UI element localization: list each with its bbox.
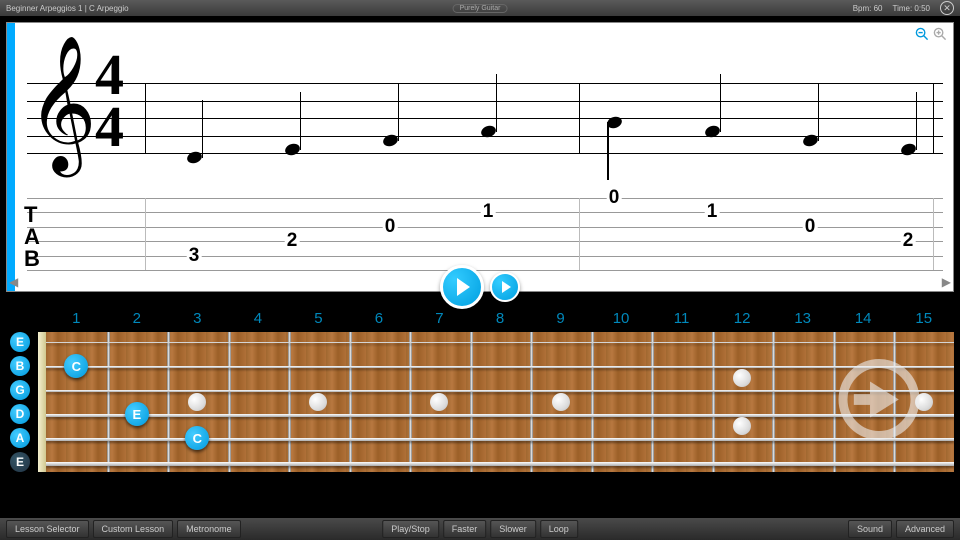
- lesson-selector-button[interactable]: Lesson Selector: [6, 520, 89, 538]
- fret-number: 15: [915, 310, 932, 327]
- tab-fret-number: 1: [481, 201, 496, 223]
- custom-lesson-button[interactable]: Custom Lesson: [93, 520, 174, 538]
- fret-number: 1: [72, 310, 80, 327]
- note: [285, 144, 300, 155]
- fret-numbers: 123456789101112131415: [6, 310, 954, 330]
- fret-number: 6: [375, 310, 383, 327]
- fret-number: 14: [855, 310, 872, 327]
- fret-number: 11: [674, 310, 690, 327]
- tab-fret-number: 1: [705, 201, 720, 223]
- tab-fret-number: 3: [187, 245, 202, 267]
- close-button[interactable]: ✕: [940, 1, 954, 15]
- finger-dot: C: [64, 354, 88, 378]
- open-string-label: E: [10, 332, 30, 352]
- open-string-label: E: [10, 452, 30, 472]
- sound-button[interactable]: Sound: [848, 520, 892, 538]
- scroll-left-icon[interactable]: ◀: [9, 275, 18, 289]
- scroll-right-icon[interactable]: ▶: [942, 275, 951, 289]
- zoom-in-button[interactable]: [933, 27, 947, 46]
- tab-fret-number: 2: [285, 230, 300, 252]
- playhead-bar: [7, 23, 15, 291]
- top-bar: Beginner Arpeggios 1 | C Arpeggio Purely…: [0, 0, 960, 16]
- fret-number: 3: [193, 310, 201, 327]
- fret-number: 4: [254, 310, 262, 327]
- fret-number: 9: [556, 310, 564, 327]
- zoom-out-button[interactable]: [915, 27, 929, 46]
- note: [803, 135, 818, 146]
- fret-number: 8: [496, 310, 504, 327]
- fret-number: 13: [794, 310, 811, 327]
- fret-number: 5: [314, 310, 322, 327]
- loop-button[interactable]: Loop: [540, 520, 578, 538]
- fretboard: EBGDAE CEC: [6, 332, 954, 472]
- slower-button[interactable]: Slower: [490, 520, 536, 538]
- open-string-label: G: [10, 380, 30, 400]
- advanced-button[interactable]: Advanced: [896, 520, 954, 538]
- tab-fret-number: 0: [607, 187, 622, 209]
- next-arrow-icon[interactable]: [834, 355, 924, 450]
- play-stop-button[interactable]: Play/Stop: [382, 520, 439, 538]
- tab-clef-letter: B: [24, 246, 40, 272]
- tablature: TAB32010102: [27, 198, 943, 270]
- metronome-button[interactable]: Metronome: [177, 520, 241, 538]
- bottom-bar: Lesson SelectorCustom LessonMetronome Pl…: [0, 518, 960, 540]
- note: [901, 144, 916, 155]
- bpm-label: Bpm: 60: [853, 4, 883, 13]
- note: [705, 126, 720, 137]
- tab-fret-number: 0: [803, 216, 818, 238]
- score-panel: 𝄞 4 4 TAB32010102 ◀ ▶: [6, 22, 954, 292]
- tab-fret-number: 0: [383, 216, 398, 238]
- fret-number: 12: [734, 310, 751, 327]
- open-string-label: A: [10, 428, 30, 448]
- note: [383, 135, 398, 146]
- play-small-button[interactable]: [490, 272, 520, 302]
- open-string-label: B: [10, 356, 30, 376]
- play-button[interactable]: [440, 265, 484, 309]
- nut: [38, 332, 46, 472]
- note: [187, 152, 202, 163]
- open-string-label: D: [10, 404, 30, 424]
- finger-dot: C: [185, 426, 209, 450]
- time-label: Time: 0:50: [893, 4, 931, 13]
- note: [607, 117, 622, 128]
- fret-number: 2: [133, 310, 141, 327]
- fret-number: 7: [435, 310, 443, 327]
- fret-number: 10: [613, 310, 630, 327]
- faster-button[interactable]: Faster: [443, 520, 487, 538]
- tab-fret-number: 2: [901, 230, 916, 252]
- note: [481, 126, 496, 137]
- finger-dot: E: [125, 402, 149, 426]
- lesson-title: Beginner Arpeggios 1 | C Arpeggio: [6, 4, 129, 13]
- treble-clef-icon: 𝄞: [27, 45, 97, 163]
- brand-badge: Purely Guitar: [453, 4, 508, 13]
- music-staff: 𝄞 4 4: [27, 63, 943, 173]
